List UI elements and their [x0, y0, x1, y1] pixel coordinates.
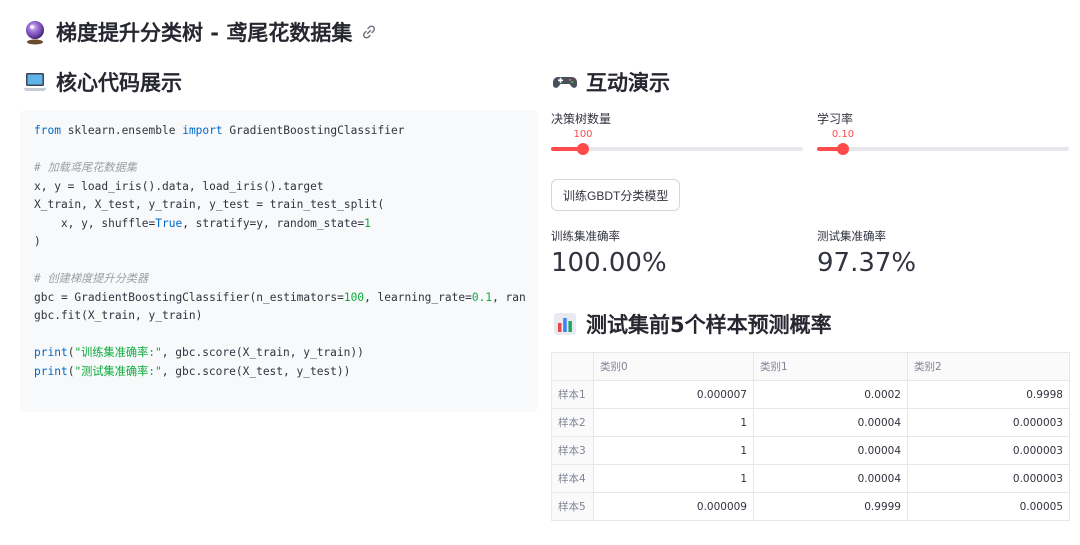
table-cell[interactable]: 0.00004	[753, 464, 908, 493]
column-header[interactable]: 类别0	[593, 352, 754, 381]
table-cell[interactable]: 0.000003	[907, 436, 1070, 465]
table-row: 样本5 0.000009 0.9999 0.00005	[551, 492, 1070, 521]
trees-slider-value: 100	[573, 129, 593, 140]
demo-section-heading: 互动演示	[552, 64, 670, 100]
table-cell[interactable]: 0.00005	[907, 492, 1070, 521]
column-header[interactable]	[551, 352, 594, 381]
trees-slider-label: 决策树数量	[551, 112, 612, 126]
train-accuracy-value: 100.00%	[551, 248, 667, 278]
link-icon[interactable]	[360, 23, 378, 41]
code-block[interactable]: from sklearn.ensemble import GradientBoo…	[20, 110, 538, 412]
learning-rate-slider-thumb[interactable]	[837, 143, 849, 155]
trees-slider[interactable]: 决策树数量 100	[551, 110, 803, 160]
trees-slider-track[interactable]	[551, 143, 803, 155]
code-section-title: 核心代码展示	[56, 71, 182, 95]
crystal-ball-icon	[26, 21, 44, 45]
table-cell[interactable]: 1	[593, 408, 754, 437]
table-cell[interactable]: 0.00004	[753, 436, 908, 465]
page-title-row: 梯度提升分类树 - 鸢尾花数据集	[22, 14, 378, 50]
code-text: from sklearn.ensemble import GradientBoo…	[34, 124, 526, 378]
table-row: 样本3 1 0.00004 0.000003	[551, 436, 1070, 465]
table-cell[interactable]: 1	[593, 464, 754, 493]
prediction-probability-table[interactable]: 类别0 类别1 类别2 样本1 0.000007 0.0002 0.9998 样本2 1 0…	[551, 352, 1070, 521]
page-title: 梯度提升分类树 - 鸢尾花数据集	[56, 21, 353, 45]
table-cell[interactable]: 0.9999	[753, 492, 908, 521]
learning-rate-slider-track[interactable]	[817, 143, 1069, 155]
row-header[interactable]: 样本1	[551, 380, 594, 409]
table-section-heading: 测试集前5个样本预测概率	[552, 306, 832, 342]
table-cell[interactable]: 0.0002	[753, 380, 908, 409]
row-header[interactable]: 样本5	[551, 492, 594, 521]
trees-slider-thumb[interactable]	[577, 143, 589, 155]
test-accuracy-value: 97.37%	[817, 248, 917, 278]
row-header[interactable]: 样本4	[551, 464, 594, 493]
train-model-button[interactable]: 训练GBDT分类模型	[551, 179, 681, 211]
column-header[interactable]: 类别1	[753, 352, 908, 381]
laptop-icon	[23, 73, 47, 91]
row-header[interactable]: 样本3	[551, 436, 594, 465]
table-cell[interactable]: 0.9998	[907, 380, 1070, 409]
table-cell[interactable]: 0.00004	[753, 408, 908, 437]
learning-rate-slider-label: 学习率	[817, 112, 854, 126]
bar-chart-icon	[554, 313, 576, 335]
test-accuracy-metric: 测试集准确率 97.37%	[817, 228, 916, 278]
table-section-title: 测试集前5个样本预测概率	[586, 313, 832, 337]
table-header-row: 类别0 类别1 类别2	[551, 352, 1070, 381]
table-row: 样本4 1 0.00004 0.000003	[551, 464, 1070, 493]
table-cell[interactable]: 0.000009	[593, 492, 754, 521]
table-cell[interactable]: 0.000007	[593, 380, 754, 409]
table-row: 样本2 1 0.00004 0.000003	[551, 408, 1070, 437]
test-accuracy-label: 测试集准确率	[817, 229, 886, 243]
table-row: 样本1 0.000007 0.0002 0.9998	[551, 380, 1070, 409]
game-controller-icon	[553, 77, 577, 88]
train-accuracy-label: 训练集准确率	[551, 229, 620, 243]
table-cell[interactable]: 0.000003	[907, 464, 1070, 493]
demo-section-title: 互动演示	[586, 71, 670, 95]
code-section-heading: 核心代码展示	[22, 64, 182, 100]
column-header[interactable]: 类别2	[907, 352, 1070, 381]
learning-rate-slider-value: 0.10	[831, 129, 855, 140]
train-accuracy-metric: 训练集准确率 100.00%	[551, 228, 667, 278]
table-cell[interactable]: 0.000003	[907, 408, 1070, 437]
table-cell[interactable]: 1	[593, 436, 754, 465]
row-header[interactable]: 样本2	[551, 408, 594, 437]
learning-rate-slider[interactable]: 学习率 0.10	[817, 110, 1069, 160]
